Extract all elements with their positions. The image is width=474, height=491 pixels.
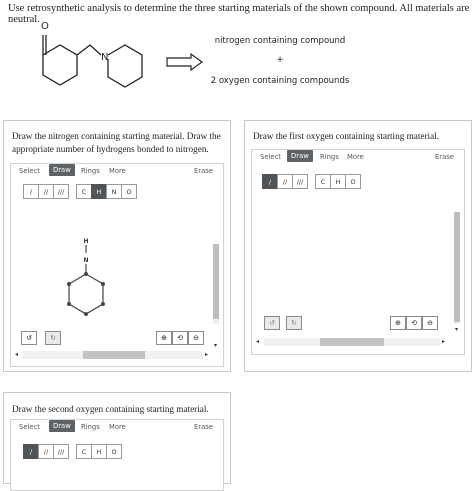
left-drawing-editor: Select Draw Rings More Erase / // /// C … bbox=[10, 163, 224, 367]
nitrogen-atom: N bbox=[84, 257, 89, 264]
oxygen-atom-label: O bbox=[41, 21, 49, 32]
bottom-drawing-editor: Select Draw Rings More Erase / // /// C … bbox=[10, 419, 224, 491]
zoom-out-button[interactable]: ⊖ bbox=[188, 331, 204, 345]
tab-draw[interactable]: Draw bbox=[49, 164, 75, 176]
right-tool-row: / // /// C H O bbox=[262, 174, 361, 189]
single-bond-tool[interactable]: / bbox=[23, 184, 39, 199]
zoom-in-button[interactable]: ⊕ bbox=[390, 316, 406, 330]
tab-rings[interactable]: Rings bbox=[81, 423, 100, 431]
right-drawing-editor: Select Draw Rings More Erase / // /// C … bbox=[251, 149, 465, 355]
reset-view-button[interactable]: ⟲ bbox=[406, 316, 422, 330]
redo-button[interactable]: ↻ bbox=[286, 316, 302, 330]
tab-more[interactable]: More bbox=[109, 167, 126, 175]
atom-o-tool[interactable]: O bbox=[106, 444, 122, 459]
atom-c-tool[interactable]: C bbox=[76, 444, 92, 459]
tab-select[interactable]: Select bbox=[260, 153, 281, 161]
left-hscroll-thumb[interactable] bbox=[83, 351, 145, 359]
bottom-panel-prompt: Draw the second oxygen containing starti… bbox=[12, 404, 209, 414]
double-bond-tool[interactable]: // bbox=[277, 174, 293, 189]
left-editor-tabs: Select Draw Rings More Erase bbox=[11, 164, 223, 180]
tab-draw[interactable]: Draw bbox=[287, 150, 313, 162]
right-scroll-left[interactable]: ◂ bbox=[256, 338, 259, 345]
undo-button[interactable]: ↺ bbox=[21, 331, 37, 345]
second-oxygen-panel: Draw the second oxygen containing starti… bbox=[3, 392, 231, 491]
undo-button[interactable]: ↺ bbox=[264, 316, 280, 330]
tab-draw[interactable]: Draw bbox=[49, 420, 75, 432]
reset-view-button[interactable]: ⟲ bbox=[172, 331, 188, 345]
left-vscroll-thumb[interactable] bbox=[213, 244, 219, 319]
right-panel-prompt: Draw the first oxygen containing startin… bbox=[253, 131, 439, 141]
right-horizontal-scrollbar[interactable] bbox=[264, 338, 440, 346]
atom-c-tool[interactable]: C bbox=[315, 174, 331, 189]
atom-o-tool[interactable]: O bbox=[121, 184, 137, 199]
single-bond-tool[interactable]: / bbox=[262, 174, 278, 189]
target-molecule: O N bbox=[41, 21, 143, 88]
nitrogen-material-panel: Draw the nitrogen containing starting ma… bbox=[3, 120, 231, 372]
tab-select[interactable]: Select bbox=[19, 167, 40, 175]
retrosynthesis-arrow bbox=[166, 52, 204, 72]
zoom-out-button[interactable]: ⊖ bbox=[422, 316, 438, 330]
atom-c-tool[interactable]: C bbox=[76, 184, 92, 199]
left-horizontal-scrollbar[interactable] bbox=[23, 351, 203, 359]
triple-bond-tool[interactable]: /// bbox=[53, 444, 69, 459]
left-scroll-left[interactable]: ◂ bbox=[15, 351, 18, 358]
double-bond-tool[interactable]: // bbox=[38, 184, 54, 199]
double-bond-tool[interactable]: // bbox=[38, 444, 54, 459]
redo-button[interactable]: ↻ bbox=[45, 331, 61, 345]
erase-button[interactable]: Erase bbox=[435, 153, 454, 161]
tab-more[interactable]: More bbox=[347, 153, 364, 161]
right-vertical-scrollbar[interactable] bbox=[454, 212, 460, 324]
drawn-piperidine[interactable]: H N bbox=[51, 222, 131, 332]
left-vertical-scrollbar[interactable] bbox=[213, 244, 219, 324]
plus-sign: + bbox=[276, 55, 284, 65]
first-oxygen-panel: Draw the first oxygen containing startin… bbox=[244, 120, 472, 372]
zoom-in-button[interactable]: ⊕ bbox=[156, 331, 172, 345]
right-scroll-down[interactable]: ▾ bbox=[455, 326, 458, 333]
left-scroll-right[interactable]: ▸ bbox=[205, 351, 208, 358]
atom-o-tool[interactable]: O bbox=[345, 174, 361, 189]
atom-n-tool[interactable]: N bbox=[106, 184, 122, 199]
left-panel-prompt: Draw the nitrogen containing starting ma… bbox=[12, 131, 221, 154]
erase-button[interactable]: Erase bbox=[194, 423, 213, 431]
tab-rings[interactable]: Rings bbox=[320, 153, 339, 161]
erase-button[interactable]: Erase bbox=[194, 167, 213, 175]
left-scroll-down[interactable]: ▾ bbox=[214, 342, 217, 349]
right-vscroll-thumb[interactable] bbox=[454, 212, 460, 322]
atom-h-tool[interactable]: H bbox=[91, 184, 107, 199]
right-scroll-right[interactable]: ▸ bbox=[442, 338, 445, 345]
bottom-editor-tabs: Select Draw Rings More Erase bbox=[11, 420, 223, 436]
nitrogen-atom-label: N bbox=[101, 52, 108, 63]
right-editor-tabs: Select Draw Rings More Erase bbox=[252, 150, 464, 166]
hydrogen-atom: H bbox=[84, 238, 89, 245]
triple-bond-tool[interactable]: /// bbox=[292, 174, 308, 189]
tab-more[interactable]: More bbox=[109, 423, 126, 431]
left-tool-row: / // /// C H N O bbox=[23, 184, 137, 199]
triple-bond-tool[interactable]: /// bbox=[53, 184, 69, 199]
single-bond-tool[interactable]: / bbox=[23, 444, 39, 459]
tab-rings[interactable]: Rings bbox=[81, 167, 100, 175]
tab-select[interactable]: Select bbox=[19, 423, 40, 431]
atom-h-tool[interactable]: H bbox=[91, 444, 107, 459]
atom-h-tool[interactable]: H bbox=[330, 174, 346, 189]
oxygen-compounds-label: 2 oxygen containing compounds bbox=[210, 76, 350, 86]
right-hscroll-thumb[interactable] bbox=[320, 338, 384, 346]
bottom-tool-row: / // /// C H O bbox=[23, 444, 122, 459]
nitrogen-compound-label: nitrogen containing compound bbox=[214, 36, 346, 46]
